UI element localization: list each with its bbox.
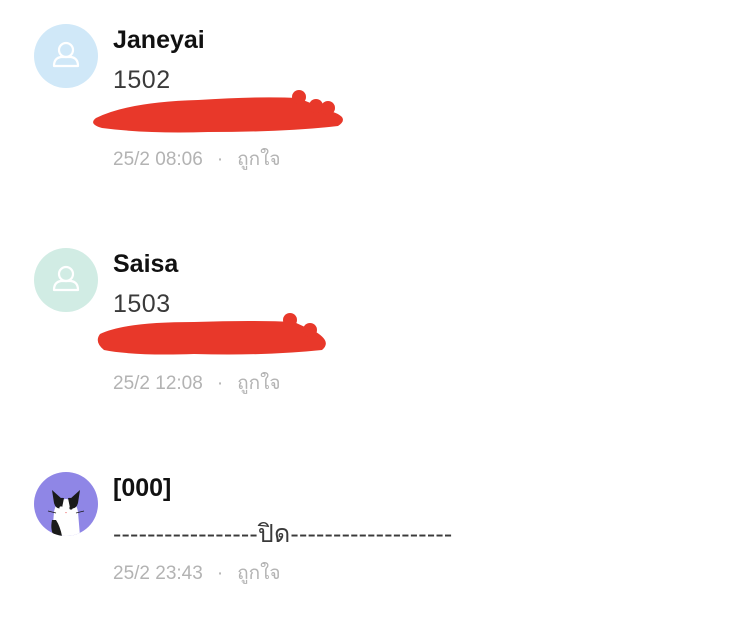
meta-separator: · (216, 149, 224, 170)
like-button[interactable]: ถูกใจ (237, 149, 280, 170)
user-avatar[interactable] (34, 472, 98, 536)
comment-meta: 25/2 08:06 · ถูกใจ (113, 144, 281, 174)
commenter-name[interactable]: Janeyai (113, 26, 205, 55)
default-user-icon (52, 265, 80, 292)
like-button[interactable]: ถูกใจ (237, 563, 280, 584)
comment-meta: 25/2 12:08 · ถูกใจ (113, 368, 281, 398)
comment-text: -----------------ปิด------------------- (113, 520, 453, 548)
comment-meta: 25/2 23:43 · ถูกใจ (113, 558, 281, 588)
meta-separator: · (216, 563, 224, 584)
cat-avatar-icon (47, 490, 85, 536)
meta-separator: · (216, 373, 224, 394)
redaction-mark (93, 90, 343, 133)
default-user-icon (52, 41, 80, 68)
commenter-name[interactable]: [000] (113, 474, 171, 503)
comment-timestamp: 25/2 23:43 (113, 563, 203, 584)
user-avatar[interactable] (34, 248, 98, 312)
redaction-mark (97, 313, 326, 355)
comment-timestamp: 25/2 12:08 (113, 373, 203, 394)
comment-timestamp: 25/2 08:06 (113, 149, 203, 170)
user-avatar[interactable] (34, 24, 98, 88)
commenter-name[interactable]: Saisa (113, 250, 178, 279)
like-button[interactable]: ถูกใจ (237, 373, 280, 394)
comment-list: Janeyai 1502 25/2 08:06 · ถูกใจ Saisa 1503 (0, 0, 750, 630)
